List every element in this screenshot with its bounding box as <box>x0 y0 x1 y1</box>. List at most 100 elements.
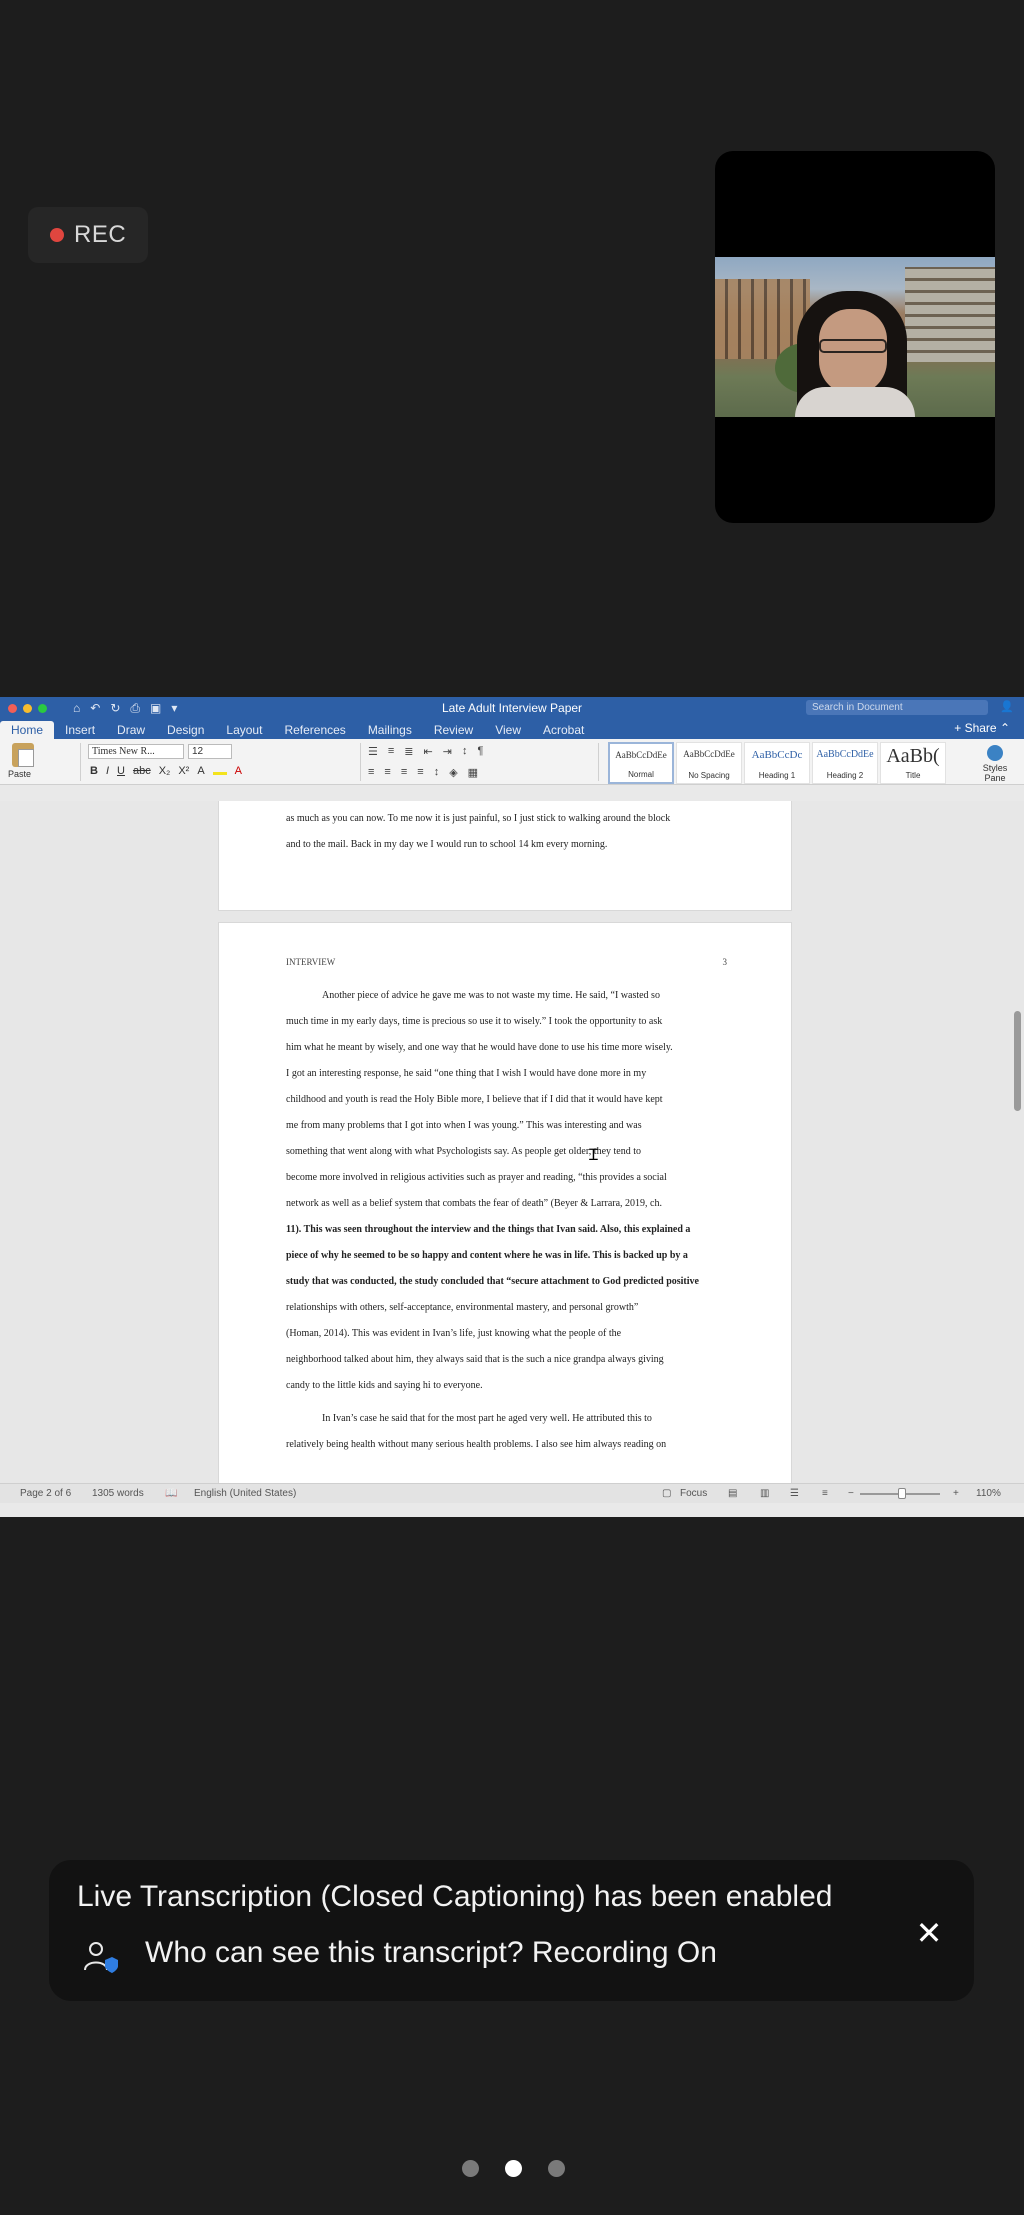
minimize-window-icon[interactable] <box>23 703 32 713</box>
paste-button[interactable]: Paste <box>8 743 68 783</box>
share-label: Share <box>964 721 997 735</box>
tab-insert[interactable]: Insert <box>54 721 106 739</box>
align-center-icon[interactable]: ≡ <box>384 766 390 779</box>
decrease-indent-icon[interactable]: ⇤ <box>424 745 433 758</box>
participant-shirt <box>795 387 915 417</box>
text-line: relatively being health without many ser… <box>286 1439 667 1450</box>
align-left-icon[interactable]: ≡ <box>368 766 374 779</box>
user-account-icon[interactable]: 👤 <box>1000 700 1014 714</box>
video-background-building <box>905 267 995 362</box>
transcript-visibility-link[interactable]: Who can see this transcript? Recording O… <box>145 1936 717 1970</box>
tab-home[interactable]: Home <box>0 721 55 739</box>
italic-button[interactable]: I <box>106 765 109 777</box>
caption-notification: Live Transcription (Closed Captioning) h… <box>49 1860 974 2001</box>
style-normal[interactable]: AaBbCcDdEe Normal <box>608 742 674 784</box>
page-count[interactable]: Page 2 of 6 <box>20 1488 71 1499</box>
ribbon-divider <box>80 743 81 781</box>
shading-icon[interactable]: ◈ <box>449 766 457 779</box>
tab-draw[interactable]: Draw <box>106 721 156 739</box>
line-spacing-icon[interactable]: ↕ <box>434 766 440 779</box>
underline-button[interactable]: U <box>117 765 125 777</box>
text-line: him what he meant by wisely, and one way… <box>286 1042 673 1053</box>
shared-screen-word-window[interactable]: ⌂ ↶ ↻ ⎙ ▣ ▾ Late Adult Interview Paper S… <box>0 697 1024 1517</box>
outline-icon[interactable]: ☰ <box>790 1488 799 1499</box>
document-canvas[interactable]: as much as you can now. To me now it is … <box>0 801 1024 1483</box>
page-number: 3 <box>722 957 728 967</box>
search-document-input[interactable]: Search in Document <box>806 700 988 715</box>
print-layout-icon[interactable]: ▤ <box>728 1488 737 1499</box>
word-count[interactable]: 1305 words <box>92 1488 144 1499</box>
save-icon[interactable]: ▣ <box>150 701 161 716</box>
highlight-icon[interactable] <box>212 765 227 775</box>
numbering-icon[interactable]: ≡ <box>388 745 394 758</box>
tab-references[interactable]: References <box>273 721 356 739</box>
participant-video-tile[interactable] <box>715 151 995 523</box>
bold-button[interactable]: B <box>90 765 98 777</box>
page-dot[interactable] <box>548 2160 565 2177</box>
font-format-buttons: B I U abc X₂ X² A A <box>90 765 242 777</box>
style-title[interactable]: AaBb( Title <box>880 742 946 784</box>
justify-icon[interactable]: ≡ <box>417 766 423 779</box>
clipboard-icon <box>12 743 34 767</box>
style-no-spacing[interactable]: AaBbCcDdEe No Spacing <box>676 742 742 784</box>
styles-pane-button[interactable]: Styles Pane <box>972 743 1018 783</box>
tab-view[interactable]: View <box>484 721 532 739</box>
align-right-icon[interactable]: ≡ <box>401 766 407 779</box>
running-head: INTERVIEW <box>286 957 336 967</box>
multilevel-list-icon[interactable]: ≣ <box>404 745 413 758</box>
style-heading-2[interactable]: AaBbCcDdEe Heading 2 <box>812 742 878 784</box>
text-effects-icon[interactable]: A <box>197 765 204 777</box>
borders-icon[interactable]: ▦ <box>468 766 478 779</box>
style-sample: AaBbCcDdEe <box>683 749 735 759</box>
style-heading-1[interactable]: AaBbCcDc Heading 1 <box>744 742 810 784</box>
zoom-in-icon[interactable]: + <box>953 1488 959 1499</box>
page-dot-active[interactable] <box>505 2160 522 2177</box>
proofing-icon[interactable]: 📖 <box>165 1488 177 1499</box>
font-size-select[interactable]: 12 <box>188 744 232 759</box>
zoom-window-icon[interactable] <box>38 703 47 713</box>
tab-acrobat[interactable]: Acrobat <box>532 721 595 739</box>
zoom-slider-handle[interactable] <box>898 1488 906 1499</box>
tab-review[interactable]: Review <box>423 721 484 739</box>
close-icon[interactable]: ✕ <box>914 1917 944 1949</box>
sort-icon[interactable]: ↕ <box>462 745 468 758</box>
focus-icon[interactable]: ▢ <box>662 1488 671 1499</box>
tab-design[interactable]: Design <box>156 721 215 739</box>
font-name-select[interactable]: Times New R... <box>88 744 184 759</box>
web-layout-icon[interactable]: ▥ <box>760 1488 769 1499</box>
customize-toolbar-icon[interactable]: ▾ <box>171 701 177 716</box>
zoom-level[interactable]: 110% <box>976 1488 1001 1499</box>
increase-indent-icon[interactable]: ⇥ <box>443 745 452 758</box>
share-button[interactable]: + Share ⌃ <box>954 721 1010 735</box>
text-line: network as well as a belief system that … <box>286 1198 662 1209</box>
home-icon[interactable]: ⌂ <box>73 701 80 716</box>
text-line: 11). This was seen throughout the interv… <box>286 1224 691 1235</box>
strikethrough-button[interactable]: abc <box>133 765 151 777</box>
ribbon-tabs: Home Insert Draw Design Layout Reference… <box>0 719 1024 739</box>
show-formatting-icon[interactable]: ¶ <box>477 745 483 758</box>
language[interactable]: English (United States) <box>194 1488 296 1499</box>
text-line: and to the mail. Back in my day we I wou… <box>286 839 608 850</box>
vertical-scrollbar[interactable] <box>1014 1011 1021 1111</box>
superscript-button[interactable]: X² <box>178 765 189 777</box>
text-cursor-icon: Ɪ <box>589 1145 598 1164</box>
text-line: (Homan, 2014). This was evident in Ivan’… <box>286 1328 622 1339</box>
text-line: Another piece of advice he gave me was t… <box>322 990 660 1001</box>
bullets-icon[interactable]: ☰ <box>368 745 378 758</box>
page-dot[interactable] <box>462 2160 479 2177</box>
draft-icon[interactable]: ≡ <box>822 1488 828 1499</box>
rec-label: REC <box>74 221 127 248</box>
tab-layout[interactable]: Layout <box>215 721 273 739</box>
redo-icon[interactable]: ↻ <box>110 701 120 716</box>
font-color-icon[interactable]: A <box>235 765 242 777</box>
focus-button[interactable]: Focus <box>680 1488 707 1499</box>
close-window-icon[interactable] <box>8 703 17 713</box>
zoom-out-icon[interactable]: − <box>848 1488 854 1499</box>
print-icon[interactable]: ⎙ <box>130 701 140 716</box>
undo-icon[interactable]: ↶ <box>90 701 100 716</box>
style-sample: AaBbCcDdEe <box>615 750 667 760</box>
subscript-button[interactable]: X₂ <box>159 765 171 777</box>
tab-mailings[interactable]: Mailings <box>357 721 423 739</box>
style-sample: AaBb( <box>886 745 940 767</box>
ribbon-divider <box>360 743 361 781</box>
